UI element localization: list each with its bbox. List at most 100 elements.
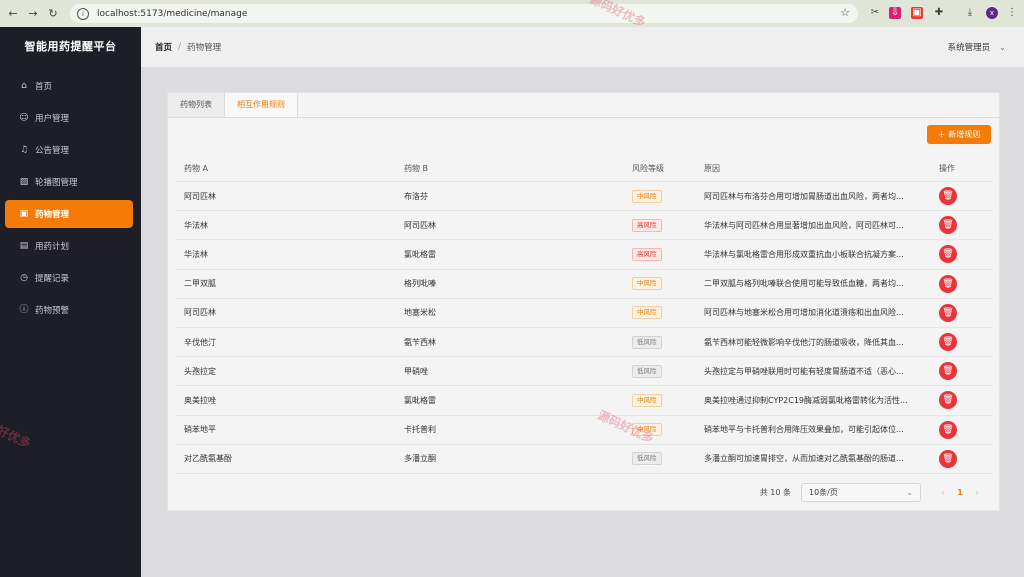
sidebar-item-reminders[interactable]: ◷ 提醒记录: [0, 264, 141, 292]
user-menu[interactable]: 系统管理员 ⌄: [948, 41, 1006, 53]
reload-icon[interactable]: ↻: [46, 7, 60, 21]
cell-drug-a: 二甲双胍: [184, 279, 216, 289]
table-row: 华法林 阿司匹林 高风险 华法林与阿司匹林合用显著增加出血风险，阿司匹林可... 🗑: [176, 211, 993, 241]
cell-risk: 高风险: [632, 218, 704, 232]
table-row: 对乙酰氨基酚 多潘立酮 低风险 多潘立酮可加速胃排空，从而加速对乙酰氨基酚的肠道...…: [176, 445, 993, 474]
cell-reason: 阿司匹林与布洛芬合用可增加胃肠道出血风险，两者均...: [704, 191, 904, 201]
risk-badge: 中风险: [632, 306, 662, 320]
risk-badge: 低风险: [632, 335, 662, 349]
cell-risk: 高风险: [632, 247, 704, 261]
delete-icon[interactable]: 🗑: [939, 216, 957, 235]
sidebar-item-label: 公告管理: [35, 146, 70, 156]
cell-risk: 中风险: [632, 393, 704, 407]
tab-drug-list[interactable]: 药物列表: [168, 93, 225, 117]
cell-risk: 低风险: [632, 452, 704, 466]
table-row: 硝苯地平 卡托普利 中风险 硝苯地平与卡托普利合用降压效果叠加，可能引起体位... 🗑: [176, 416, 993, 445]
add-rule-button[interactable]: ＋ 新增规则: [927, 125, 991, 144]
header-drug-b: 药物 B: [404, 163, 429, 173]
sidebar-item-warnings[interactable]: ⓘ 药物预警: [0, 296, 141, 324]
delete-icon[interactable]: 🗑: [939, 420, 957, 439]
page-size-select[interactable]: 10条/页 ⌄: [801, 483, 921, 502]
cell-risk: 中风险: [632, 189, 704, 203]
risk-badge: 中风险: [632, 393, 662, 407]
delete-icon[interactable]: 🗑: [939, 362, 957, 381]
page-number[interactable]: 1: [951, 488, 969, 497]
table-row: 阿司匹林 布洛芬 中风险 阿司匹林与布洛芬合用可增加胃肠道出血风险，两者均... 🗑: [176, 182, 993, 212]
content-card: 药物列表 相互作用规则 ＋ 新增规则 药物 A 药物 B 风险等级 原因 操作 …: [167, 92, 1001, 511]
browser-toolbar: ← → ↻ i localhost:5173/medicine/manage ☆…: [0, 0, 1024, 27]
user-icon: ☺: [19, 113, 29, 123]
address-bar[interactable]: i localhost:5173/medicine/manage ☆: [70, 4, 858, 23]
clock-icon: ◷: [20, 273, 28, 283]
cell-ops: 🗑: [931, 333, 993, 352]
cell-drug-b: 格列吡嗪: [404, 279, 436, 289]
delete-icon[interactable]: 🗑: [939, 245, 957, 264]
cell-risk: 低风险: [632, 364, 704, 378]
header-drug-a: 药物 A: [184, 163, 209, 173]
main-area: 首页 / 药物管理 系统管理员 ⌄ 药物列表 相互作用规则 ＋ 新增规则 药物 …: [141, 27, 1024, 577]
delete-icon[interactable]: 🗑: [939, 449, 957, 468]
sidebar-item-label: 轮播图管理: [35, 178, 78, 188]
sidebar-item-announcements[interactable]: ♫ 公告管理: [0, 136, 141, 164]
profile-avatar-icon[interactable]: x: [986, 7, 998, 19]
tab-interaction-rules[interactable]: 相互作用规则: [225, 93, 298, 117]
bookmark-star-icon[interactable]: ☆: [840, 6, 850, 19]
plan-icon: ▤: [19, 241, 29, 251]
cell-ops: 🗑: [931, 274, 993, 293]
cell-ops: 🗑: [931, 216, 993, 235]
chevron-down-icon: ⌄: [906, 488, 913, 497]
tab-divider: [168, 117, 1001, 118]
table-row: 头孢拉定 甲硝唑 低风险 头孢拉定与甲硝唑联用时可能有轻度胃肠道不适（恶心... 🗑: [176, 357, 993, 387]
extensions-puzzle-icon[interactable]: ✚: [933, 7, 945, 19]
sidebar-item-label: 用药计划: [35, 242, 70, 252]
sidebar-menu: ⌂ 首页 ☺ 用户管理 ♫ 公告管理 ▨ 轮播图管理 ▣ 药物管理 ▤ 用药计划…: [0, 72, 141, 324]
cell-drug-a: 华法林: [184, 249, 208, 259]
more-menu-icon[interactable]: ⋮: [1006, 7, 1018, 19]
cell-drug-a: 阿司匹林: [184, 308, 216, 318]
cell-drug-b: 氯吡格雷: [404, 395, 436, 405]
delete-icon[interactable]: 🗑: [939, 187, 957, 206]
risk-badge: 低风险: [632, 452, 662, 466]
cell-ops: 🗑: [931, 362, 993, 381]
extension-download-icon[interactable]: ⇩: [889, 7, 901, 19]
next-page-icon[interactable]: ›: [969, 488, 985, 497]
extension-app-icon[interactable]: ▣: [911, 7, 923, 19]
sidebar-item-home[interactable]: ⌂ 首页: [0, 72, 141, 100]
delete-icon[interactable]: 🗑: [939, 274, 957, 293]
scissors-icon[interactable]: ✂: [869, 7, 881, 19]
delete-icon[interactable]: 🗑: [939, 391, 957, 410]
downloads-icon[interactable]: ⤓: [964, 7, 976, 19]
cell-reason: 华法林与阿司匹林合用显著增加出血风险，阿司匹林可...: [704, 220, 904, 230]
prev-page-icon[interactable]: ‹: [935, 488, 951, 497]
cell-reason: 头孢拉定与甲硝唑联用时可能有轻度胃肠道不适（恶心...: [704, 366, 904, 376]
cell-drug-b: 多潘立酮: [404, 454, 436, 464]
forward-icon[interactable]: →: [26, 7, 40, 21]
url-text: localhost:5173/medicine/manage: [97, 8, 248, 19]
table-header: 药物 A 药物 B 风险等级 原因 操作: [176, 155, 993, 182]
delete-icon[interactable]: 🗑: [939, 303, 957, 322]
delete-icon[interactable]: 🗑: [939, 333, 957, 352]
chevron-down-icon: ⌄: [998, 43, 1006, 53]
user-name: 系统管理员: [947, 43, 991, 53]
bell-icon: ♫: [19, 145, 29, 155]
cell-drug-a: 阿司匹林: [184, 191, 216, 201]
breadcrumb-current: 药物管理: [187, 43, 222, 53]
table-row: 辛伐他汀 氨苄西林 低风险 氨苄西林可能轻微影响辛伐他汀的肠道吸收，降低其血... 🗑: [176, 328, 993, 358]
pagination-total: 共 10 条: [759, 488, 791, 497]
cell-ops: 🗑: [931, 245, 993, 264]
medicine-icon: ▣: [19, 209, 29, 219]
back-icon[interactable]: ←: [6, 7, 20, 21]
cell-risk: 中风险: [632, 277, 704, 291]
cell-ops: 🗑: [931, 391, 993, 410]
breadcrumb-home[interactable]: 首页: [155, 41, 172, 53]
sidebar-item-users[interactable]: ☺ 用户管理: [0, 104, 141, 132]
cell-drug-a: 华法林: [184, 220, 208, 230]
risk-badge: 高风险: [632, 247, 662, 261]
cell-ops: 🗑: [931, 303, 993, 322]
sidebar-item-carousel[interactable]: ▨ 轮播图管理: [0, 168, 141, 196]
cell-reason: 氨苄西林可能轻微影响辛伐他汀的肠道吸收，降低其血...: [704, 337, 904, 347]
sidebar-item-plan[interactable]: ▤ 用药计划: [0, 232, 141, 260]
sidebar-item-label: 提醒记录: [35, 274, 70, 284]
site-info-icon[interactable]: i: [77, 7, 89, 20]
sidebar-item-medicine[interactable]: ▣ 药物管理: [5, 200, 133, 228]
